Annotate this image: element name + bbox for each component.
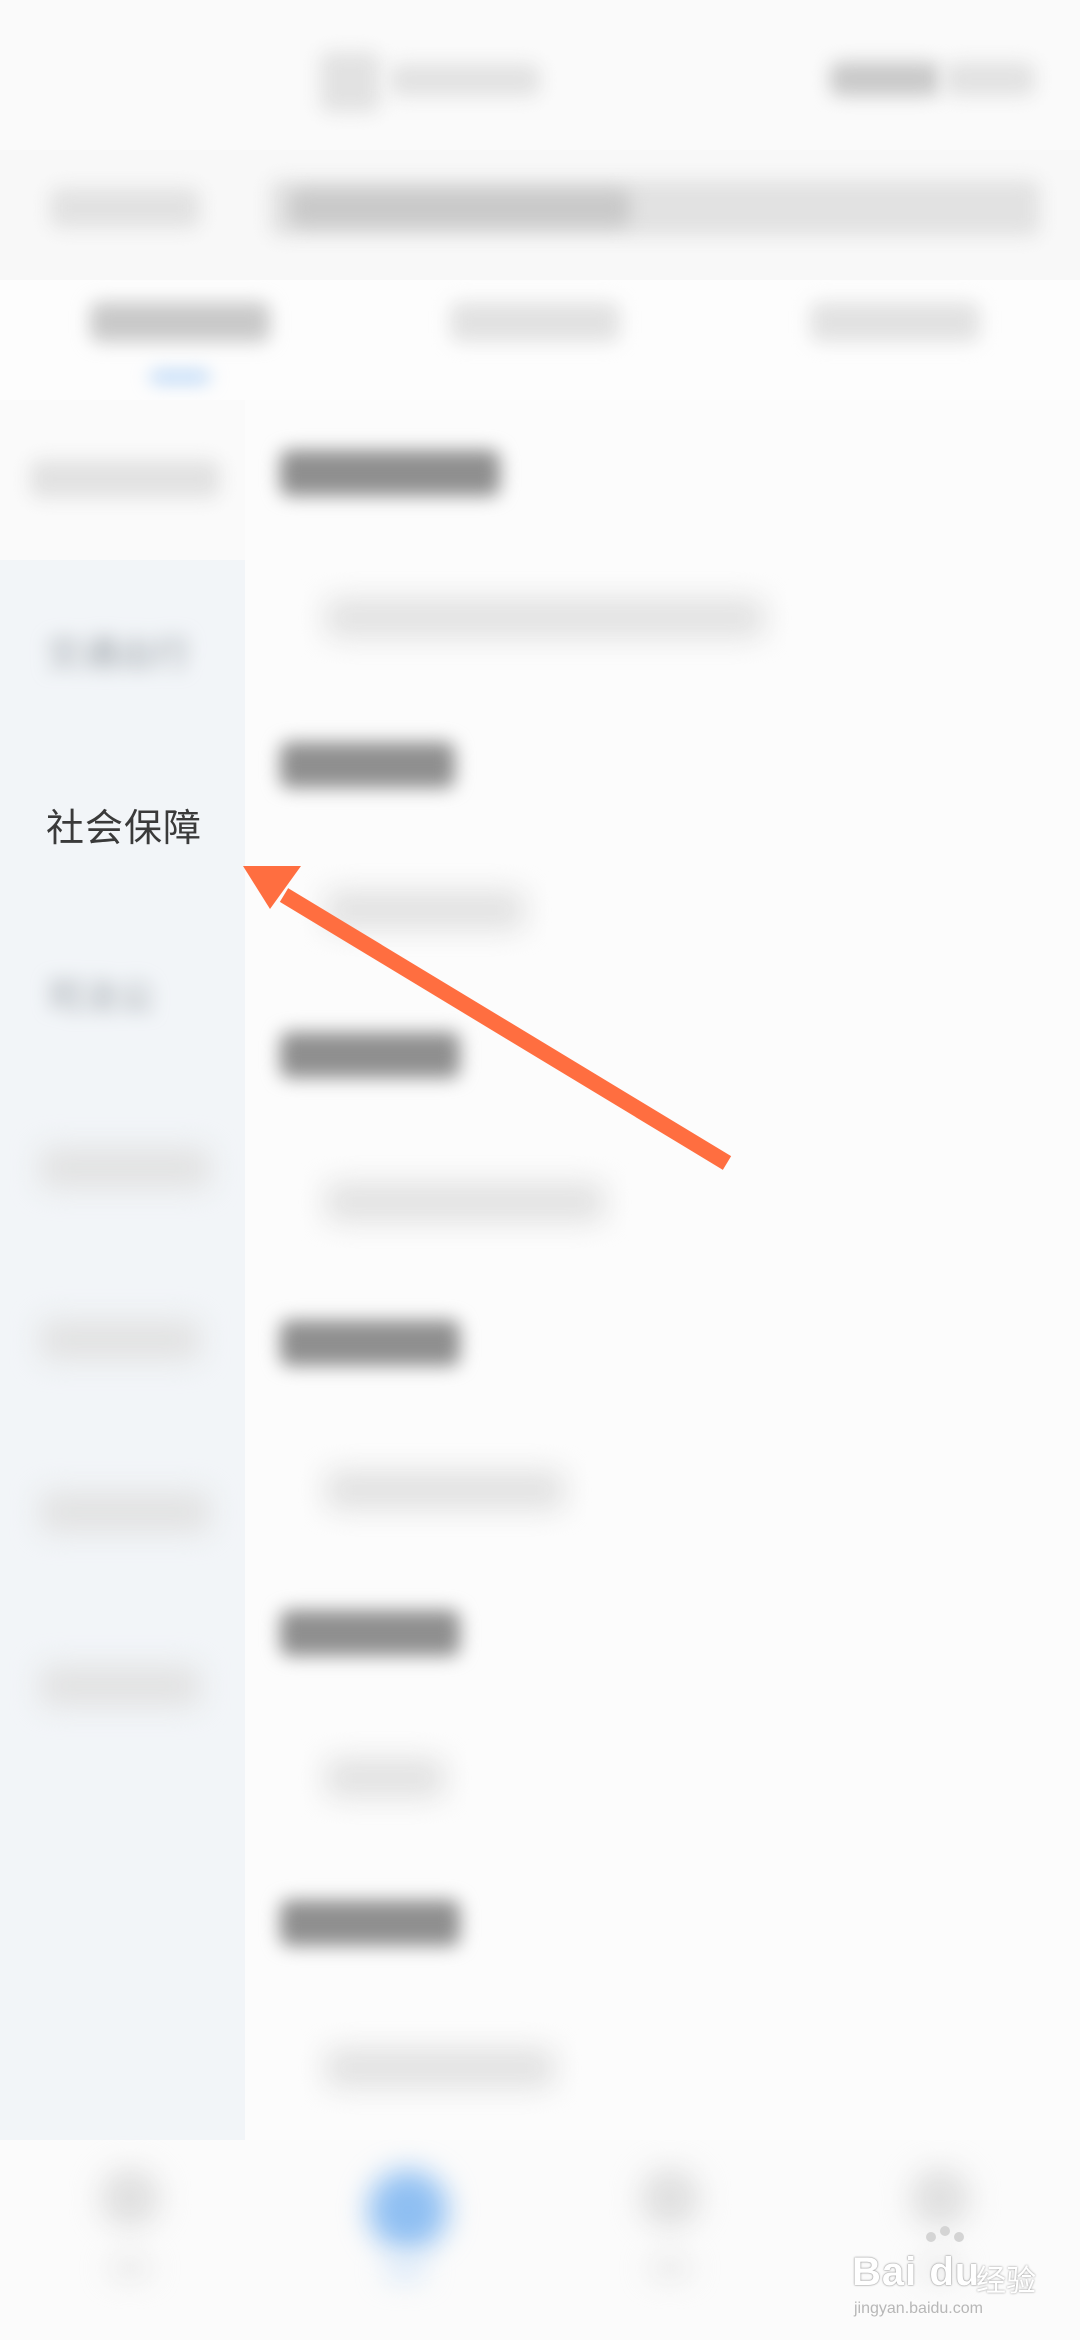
tab-active-indicator (150, 372, 210, 382)
messages-icon[interactable] (640, 2168, 700, 2228)
header-action-placeholder[interactable] (830, 62, 940, 96)
sidebar-item-traffic[interactable]: 交通出行 (46, 625, 190, 677)
sidebar-item-placeholder-5[interactable] (40, 1320, 200, 1360)
search-placeholder (290, 190, 630, 226)
nav-label-1 (110, 2260, 150, 2276)
service-item-3[interactable] (325, 1182, 605, 1222)
paw-icon-2 (940, 2226, 950, 2236)
service-item-2[interactable] (325, 890, 525, 930)
sidebar-item-placeholder (30, 460, 220, 498)
profile-icon[interactable] (910, 2168, 970, 2228)
tab-3[interactable] (810, 302, 980, 342)
sidebar-item-placeholder-4[interactable] (40, 1148, 210, 1188)
sidebar-top-item[interactable] (0, 400, 245, 560)
sidebar-item-placeholder-7[interactable] (40, 1666, 200, 1706)
location-selector[interactable] (50, 188, 200, 228)
tab-2[interactable] (450, 302, 620, 342)
app-logo-placeholder (320, 52, 380, 112)
section-heading-2 (280, 742, 455, 788)
services-icon[interactable] (368, 2170, 448, 2250)
paw-icon (926, 2232, 936, 2242)
watermark-brand-cn: 经验 (976, 2264, 1036, 2299)
section-heading-5 (280, 1610, 460, 1656)
watermark-brand: Bai du (852, 2250, 981, 2294)
sidebar-item-placeholder-6[interactable] (40, 1492, 210, 1532)
tab-1[interactable] (90, 302, 270, 342)
nav-label-2 (385, 2262, 425, 2278)
baidu-jingyan-watermark: Bai du 经验 jingyan.baidu.com (844, 2226, 1044, 2320)
section-heading-6 (280, 1900, 460, 1946)
service-item-5[interactable] (325, 1758, 445, 1798)
top-header (0, 0, 1080, 150)
section-heading-3 (280, 1032, 460, 1078)
service-list (245, 400, 1080, 2140)
service-item-1[interactable] (325, 598, 765, 638)
category-tabs (0, 280, 1080, 400)
watermark-url: jingyan.baidu.com (854, 2300, 983, 2317)
app-title-placeholder (390, 64, 540, 96)
sidebar-item-social-security[interactable]: 社会保障 (46, 797, 202, 852)
service-item-6[interactable] (325, 2048, 555, 2088)
paw-icon-3 (954, 2232, 964, 2242)
header-action-placeholder-2[interactable] (945, 62, 1035, 96)
nav-label-3 (650, 2260, 690, 2276)
location-search-row (0, 150, 1080, 280)
service-item-4[interactable] (325, 1470, 565, 1510)
section-heading-4 (280, 1320, 460, 1366)
home-icon[interactable] (100, 2168, 160, 2228)
sidebar-item-judicial[interactable]: 司法公 (46, 968, 154, 1020)
section-heading-1 (280, 450, 500, 496)
